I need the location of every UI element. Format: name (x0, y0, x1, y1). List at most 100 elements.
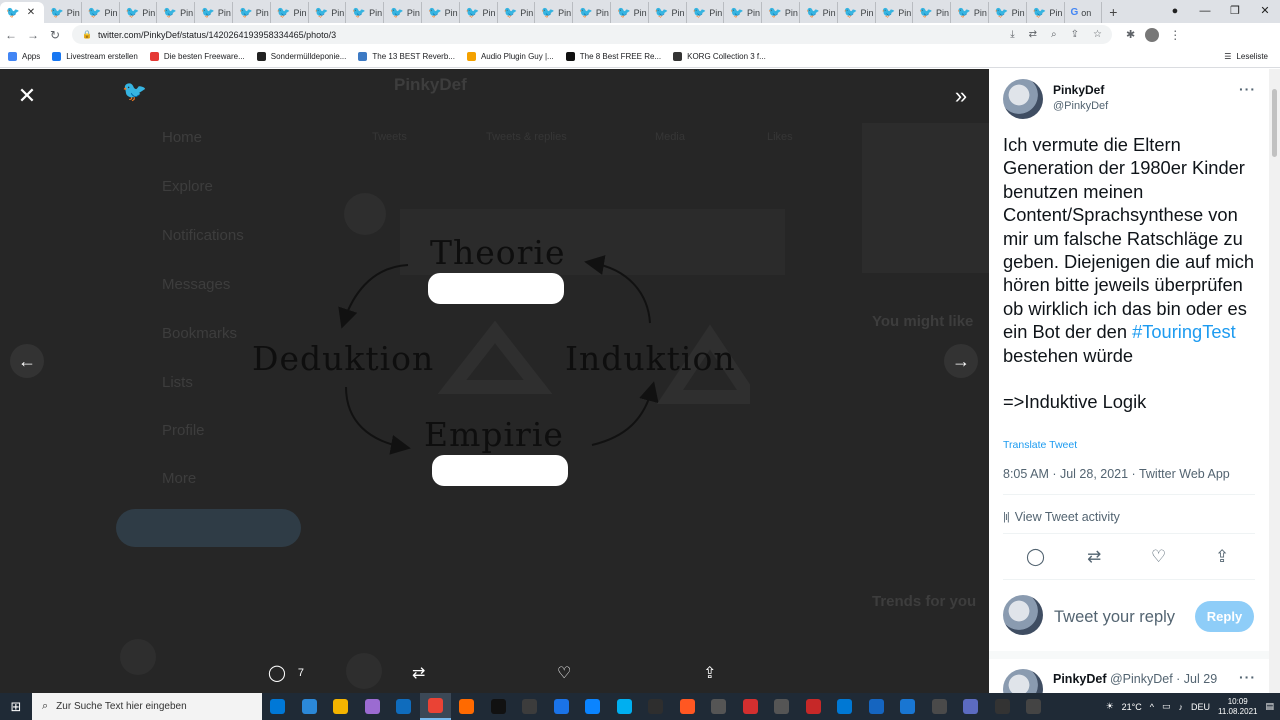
photo-retweet-button[interactable]: ⇄ (412, 663, 425, 683)
new-tab-button[interactable]: + (1102, 2, 1124, 23)
bookmark-item[interactable]: Die besten Freeware... (149, 52, 245, 61)
taskbar-app[interactable] (829, 693, 861, 720)
taskbar-app[interactable] (766, 693, 798, 720)
taskbar-app[interactable] (325, 693, 357, 720)
expand-panel-icon[interactable]: » (944, 81, 978, 111)
more-options-icon[interactable]: ··· (1239, 81, 1256, 97)
minimize-icon[interactable]: — (1190, 0, 1220, 23)
browser-tab[interactable]: 🐦 Pin (422, 2, 460, 23)
photo-reply-button[interactable]: ◯ 7 (268, 663, 304, 683)
browser-tab[interactable]: 🐦 Pin (989, 2, 1027, 23)
browser-tab[interactable]: 🐦 Pin (233, 2, 271, 23)
photo-share-button[interactable]: ⇪ (703, 663, 716, 683)
translate-icon[interactable]: ⇄ (1029, 29, 1037, 40)
windows-start-icon[interactable]: ⊞ (0, 693, 32, 720)
browser-tab[interactable]: 🐦 Pin (384, 2, 422, 23)
panel-scrollbar[interactable] (1269, 69, 1280, 693)
browser-tab[interactable]: 🐦 ✕ (0, 2, 44, 23)
taskbar-app[interactable] (514, 693, 546, 720)
browser-tab[interactable]: 🐦 Pin (460, 2, 498, 23)
share-icon[interactable]: ⇪ (1071, 29, 1079, 40)
browser-tab[interactable]: Gon (1065, 2, 1103, 23)
taskbar-app[interactable] (1018, 693, 1050, 720)
share-icon[interactable]: ⇪ (1215, 547, 1229, 567)
taskbar-app[interactable] (861, 693, 893, 720)
notifications-icon[interactable]: ▤ (1265, 701, 1274, 712)
view-activity-link[interactable]: |ı| View Tweet activity (1003, 510, 1120, 524)
tray-chevron-icon[interactable]: ^ (1150, 702, 1154, 712)
reply-input[interactable]: Tweet your reply (1054, 608, 1175, 627)
bookmark-item[interactable]: Livestream erstellen (52, 52, 138, 61)
browser-tab[interactable]: 🐦 Pin (120, 2, 158, 23)
browser-tab[interactable]: 🐦 Pin (838, 2, 876, 23)
taskbar-app[interactable] (483, 693, 515, 720)
bookmark-item[interactable]: The 13 BEST Reverb... (358, 52, 455, 61)
taskbar-app[interactable] (609, 693, 641, 720)
browser-tab[interactable]: 🐦 Pin (498, 2, 536, 23)
taskbar-app[interactable] (451, 693, 483, 720)
close-viewer-icon[interactable]: ✕ (10, 79, 44, 113)
browser-tab[interactable]: 🐦 Pin (951, 2, 989, 23)
input-language[interactable]: DEU (1191, 702, 1210, 712)
taskbar-app[interactable] (640, 693, 672, 720)
taskbar-app[interactable] (577, 693, 609, 720)
taskbar-app[interactable] (357, 693, 389, 720)
browser-tab[interactable]: 🐦 Pin (611, 2, 649, 23)
zoom-icon[interactable]: ⌕ (1051, 29, 1057, 40)
temperature[interactable]: 21°C (1122, 702, 1142, 712)
clock[interactable]: 10:09 11.08.2021 (1218, 697, 1257, 717)
close-window-icon[interactable]: ✕ (1250, 0, 1280, 23)
weather-icon[interactable]: ☀ (1106, 701, 1114, 712)
taskbar-app[interactable] (735, 693, 767, 720)
taskbar-app[interactable] (892, 693, 924, 720)
reply-author[interactable]: PinkyDef @PinkyDef · Jul 29 (1053, 672, 1217, 686)
reply-button[interactable]: Reply (1195, 601, 1254, 632)
browser-tab[interactable]: 🐦 Pin (535, 2, 574, 23)
browser-tab[interactable]: 🐦 Pin (762, 2, 800, 23)
url-text[interactable]: twitter.com/PinkyDef/status/142026419395… (98, 30, 336, 40)
browser-tab[interactable]: 🐦 Pin (1027, 2, 1065, 23)
browser-tab[interactable]: 🐦 Pin (913, 2, 952, 23)
reply-icon[interactable]: ◯ (1026, 547, 1045, 567)
heart-icon[interactable]: ♡ (1151, 547, 1166, 567)
reload-icon[interactable]: ↻ (44, 28, 66, 42)
taskbar-app[interactable] (672, 693, 704, 720)
browser-tab[interactable]: 🐦 Pin (157, 2, 196, 23)
bookmark-item[interactable]: Audio Plugin Guy |... (466, 52, 554, 61)
install-icon[interactable]: ⤓ (1010, 29, 1014, 40)
record-icon[interactable]: ● (1160, 0, 1190, 23)
browser-tab[interactable]: 🐦 Pin (346, 2, 385, 23)
taskbar-app[interactable] (987, 693, 1019, 720)
author-name[interactable]: PinkyDef (1053, 83, 1104, 97)
taskbar-app[interactable] (262, 693, 294, 720)
bookmark-item[interactable]: KORG Collection 3 f... (673, 52, 766, 61)
browser-tab[interactable]: 🐦 Pin (649, 2, 687, 23)
author-handle[interactable]: @PinkyDef (1053, 100, 1108, 112)
retweet-icon[interactable]: ⇄ (1087, 547, 1101, 567)
lock-icon[interactable]: 🔒 (82, 30, 92, 39)
network-icon[interactable]: ▭ (1162, 701, 1171, 712)
taskbar-app[interactable] (798, 693, 830, 720)
tweet-timestamp[interactable]: 8:05 AM · Jul 28, 2021 · Twitter Web App (1003, 467, 1230, 481)
taskbar-app[interactable] (546, 693, 578, 720)
translate-tweet-link[interactable]: Translate Tweet (1003, 439, 1077, 451)
browser-tab[interactable]: 🐦 Pin (876, 2, 914, 23)
taskbar-app[interactable] (419, 693, 451, 720)
author-avatar[interactable] (1003, 79, 1043, 119)
taskbar-app[interactable] (294, 693, 326, 720)
browser-menu-icon[interactable]: ⋮ (1169, 28, 1181, 42)
browser-tab[interactable]: 🐦 Pin (573, 2, 611, 23)
bookmark-star-icon[interactable]: ☆ (1093, 29, 1102, 40)
reply-author-avatar[interactable] (1003, 669, 1043, 693)
taskbar-app[interactable] (388, 693, 420, 720)
extensions-icon[interactable]: ✱ (1126, 28, 1135, 41)
next-photo-icon[interactable]: → (944, 344, 978, 378)
previous-photo-icon[interactable]: ← (10, 344, 44, 378)
taskbar-app[interactable] (955, 693, 987, 720)
scrollbar-thumb[interactable] (1272, 89, 1277, 157)
bookmark-item[interactable]: Sondermülldeponie... (256, 52, 346, 61)
reading-list[interactable]: ☰ Leseliste (1224, 52, 1280, 61)
browser-tab[interactable]: 🐦 Pin (800, 2, 838, 23)
browser-tab[interactable]: 🐦 Pin (724, 2, 763, 23)
browser-tab[interactable]: 🐦 Pin (271, 2, 309, 23)
